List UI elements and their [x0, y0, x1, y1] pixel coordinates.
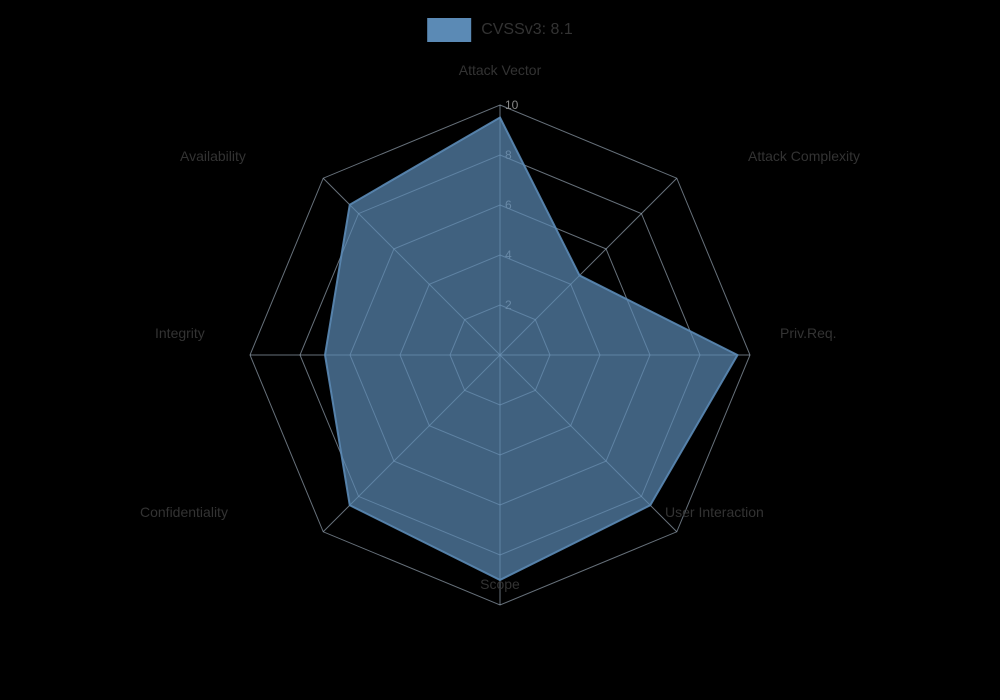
label-scope: Scope: [480, 576, 520, 592]
label-attack-complexity: Attack Complexity: [748, 148, 860, 164]
label-attack-vector: Attack Vector: [459, 62, 541, 78]
label-confidentiality: Confidentiality: [140, 504, 228, 520]
label-availability: Availability: [180, 148, 246, 164]
radar-chart-svg: 246810: [0, 0, 1000, 700]
label-priv-req: Priv.Req.: [780, 325, 837, 341]
label-user-interaction: User Interaction: [665, 504, 764, 520]
svg-text:10: 10: [505, 98, 519, 112]
chart-container: CVSSv3: 8.1 246810 Attack Vector Attack …: [0, 0, 1000, 700]
label-integrity: Integrity: [155, 325, 205, 341]
